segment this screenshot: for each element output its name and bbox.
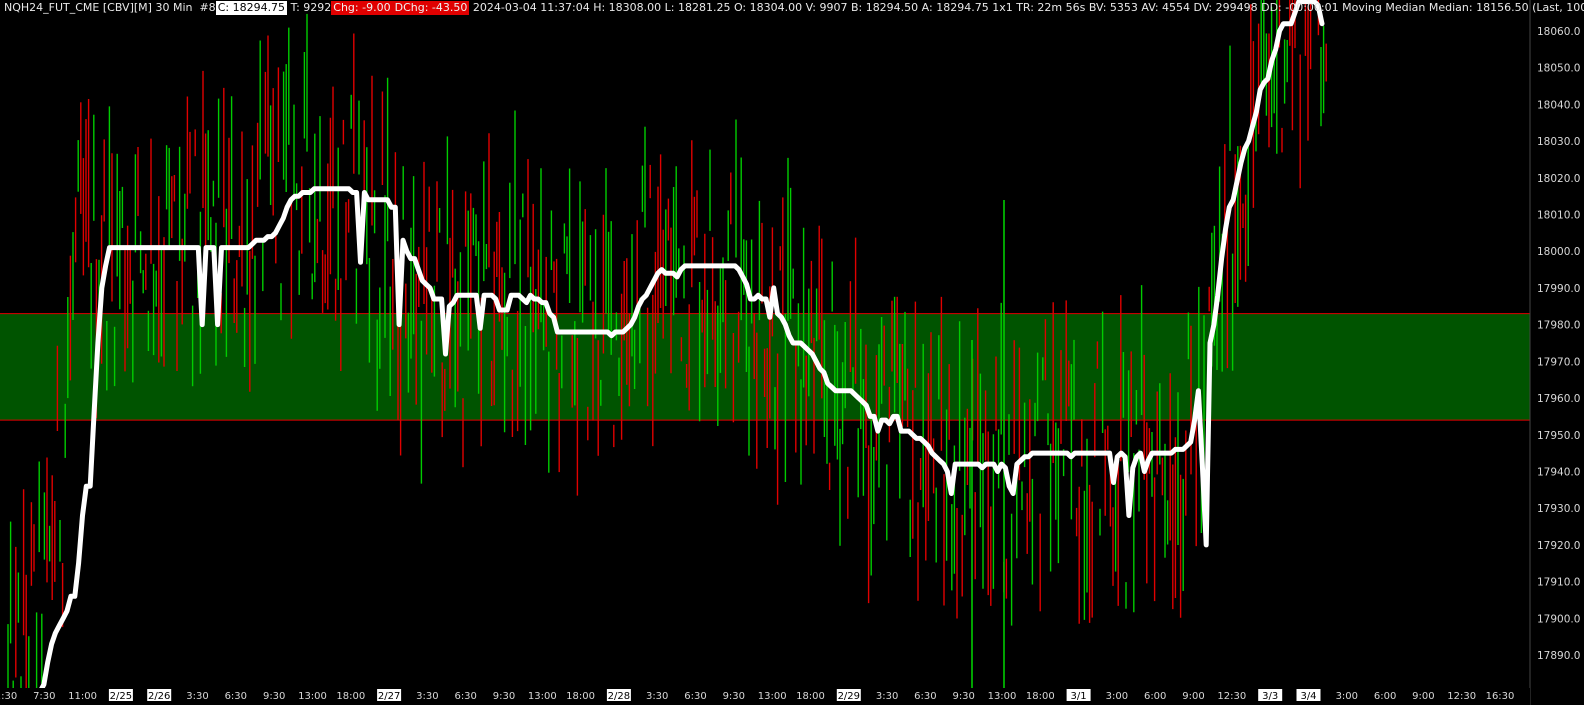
time-axis: 2:30 7:30 11:00 2/25 2/26 3:30 6:30 9:30 13:00 18… <box>0 688 1530 705</box>
price-tick-label: 17920.0 <box>1537 540 1580 552</box>
time-tick-label: 12:30 <box>1447 691 1476 702</box>
time-tick-label: 12:30 <box>1217 691 1246 702</box>
price-tick-label: 17930.0 <box>1537 503 1580 515</box>
price-tick-label: 18020.0 <box>1537 173 1580 185</box>
time-tick-label: 6:30 <box>225 691 247 702</box>
daily-change-value: DChg: -43.50 <box>392 0 470 15</box>
time-tick-label: 9:30 <box>493 691 515 702</box>
bar-number: #8 <box>199 0 216 14</box>
price-tick-label: 17960.0 <box>1537 393 1580 405</box>
price-tick-label: 18060.0 <box>1537 26 1580 38</box>
time-tick-label: 13:00 <box>528 691 557 702</box>
price-tick-label: 17940.0 <box>1537 467 1580 479</box>
price-tick-label: 18000.0 <box>1537 246 1580 258</box>
time-tick-label: 9:30 <box>263 691 285 702</box>
time-tick-label: 3:30 <box>186 691 208 702</box>
time-tick-label: 13:00 <box>758 691 787 702</box>
price-tick-label: 18040.0 <box>1537 99 1580 111</box>
date-tick-label: 2/29 <box>838 691 860 702</box>
time-tick-label: 11:00 <box>68 691 97 702</box>
time-tick-label: 18:00 <box>1026 691 1055 702</box>
time-tick-label: 3:00 <box>1336 691 1358 702</box>
chart-header: NQH24_FUT_CME [CBV][M] 30 Min #8 C: 1829… <box>0 0 1584 15</box>
symbol-label[interactable]: NQH24_FUT_CME [CBV][M] <box>4 1 152 15</box>
interval-label[interactable]: 30 Min <box>155 1 192 15</box>
change-value: Chg: -9.00 <box>331 0 393 15</box>
price-tick-label: 17910.0 <box>1537 577 1580 589</box>
time-tick-label: 9:00 <box>1182 691 1204 702</box>
price-tick-label: 18030.0 <box>1537 136 1580 148</box>
close-value: C: 18294.75 <box>215 0 288 15</box>
trades-value: T: 9292 <box>290 0 332 14</box>
date-tick-label: 2/28 <box>608 691 630 702</box>
time-tick-label: 3:30 <box>876 691 898 702</box>
time-tick-label: 18:00 <box>336 691 365 702</box>
date-tick-label: 3/4 <box>1300 691 1316 702</box>
price-tick-label: 17900.0 <box>1537 613 1580 625</box>
time-tick-label: 6:00 <box>1144 691 1166 702</box>
date-tick-label: 3/3 <box>1262 691 1278 702</box>
price-chart[interactable]: 18060.0 18050.0 18040.0 18030.0 18020.0 18010… <box>0 0 1584 705</box>
time-tick-label: 13:00 <box>298 691 327 702</box>
date-tick-label: 2/27 <box>378 691 400 702</box>
time-tick-label: 9:30 <box>952 691 974 702</box>
time-tick-label: 6:30 <box>454 691 476 702</box>
date-tick-label: 3/1 <box>1071 691 1087 702</box>
price-tick-label: 17990.0 <box>1537 283 1580 295</box>
time-tick-label: 13:00 <box>988 691 1017 702</box>
time-tick-label: 18:00 <box>566 691 595 702</box>
price-tick-label: 18050.0 <box>1537 63 1580 75</box>
time-tick-label: 16:30 <box>1486 691 1515 702</box>
time-tick-label: 3:30 <box>646 691 668 702</box>
price-tick-label: 17950.0 <box>1537 430 1580 442</box>
time-tick-label: 9:30 <box>723 691 745 702</box>
time-tick-label: 2:30 <box>0 691 17 702</box>
time-tick-label: 7:30 <box>33 691 55 702</box>
date-tick-label: 2/26 <box>148 691 170 702</box>
price-tick-label: 17890.0 <box>1537 650 1580 662</box>
price-tick-label: 17980.0 <box>1537 320 1580 332</box>
price-tick-label: 18010.0 <box>1537 210 1580 222</box>
time-tick-label: 3:00 <box>1106 691 1128 702</box>
time-tick-label: 6:30 <box>914 691 936 702</box>
time-tick-label: 6:30 <box>684 691 706 702</box>
price-tick-label: 17970.0 <box>1537 356 1580 368</box>
time-tick-label: 18:00 <box>796 691 825 702</box>
time-tick-label: 3:30 <box>416 691 438 702</box>
date-tick-label: 2/25 <box>110 691 132 702</box>
time-tick-label: 9:00 <box>1412 691 1434 702</box>
bar-info: 2024-03-04 11:37:04 H: 18308.00 L: 18281… <box>472 0 1584 14</box>
time-tick-label: 6:00 <box>1374 691 1396 702</box>
